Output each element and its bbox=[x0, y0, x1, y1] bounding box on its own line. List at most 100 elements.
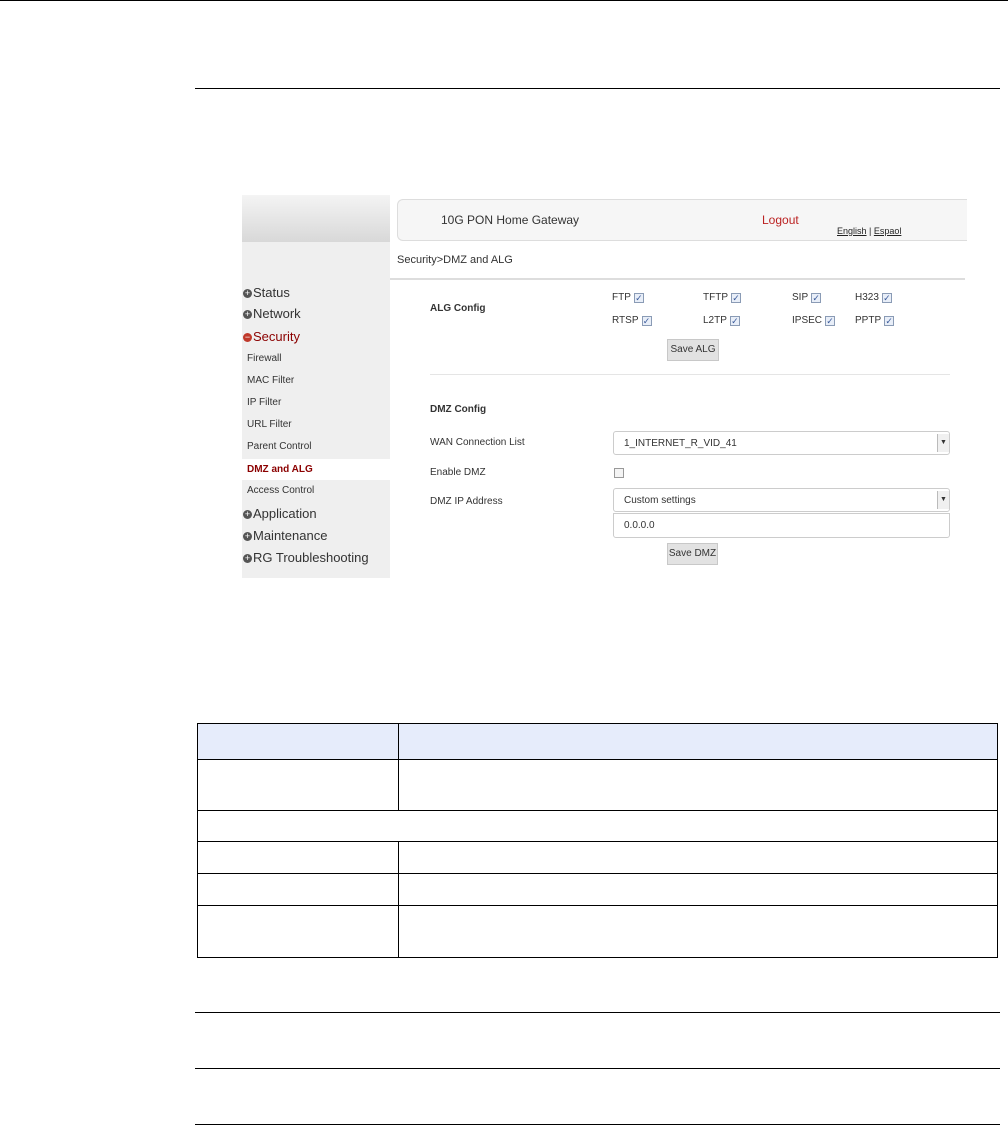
alg-option-label: PPTP bbox=[855, 315, 882, 326]
sidebar-item-application[interactable]: + Application bbox=[243, 506, 391, 521]
table-row bbox=[197, 873, 998, 906]
table-header-row bbox=[197, 723, 998, 760]
alg-checkbox[interactable]: ✓ bbox=[884, 316, 895, 326]
minus-icon: − bbox=[243, 332, 252, 342]
alg-option-ftp: FTP ✓ bbox=[612, 292, 644, 303]
chevron-down-icon: ▼ bbox=[937, 491, 949, 509]
enable-dmz-checkbox[interactable] bbox=[614, 468, 624, 478]
table-row bbox=[197, 841, 998, 874]
sidebar-item-label: Status bbox=[253, 285, 290, 300]
sidebar-item-label: Maintenance bbox=[253, 528, 328, 543]
plus-icon: + bbox=[243, 531, 252, 541]
sidebar: + Status + Network − Security Firewall MAC Filt… bbox=[242, 195, 390, 578]
table-section-row bbox=[197, 810, 998, 842]
alg-checkbox[interactable]: ✓ bbox=[731, 293, 741, 303]
sidebar-item-url-filter[interactable]: URL Filter bbox=[247, 419, 395, 430]
table-cell bbox=[398, 905, 998, 958]
alg-option-label: FTP bbox=[612, 292, 631, 303]
dmz-ip-mode-select[interactable]: Custom settings ▼ bbox=[613, 488, 950, 512]
alg-option-label: H323 bbox=[855, 292, 879, 303]
parameter-table bbox=[197, 723, 998, 958]
table-cell bbox=[197, 873, 399, 906]
alg-option-tftp: TFTP ✓ bbox=[703, 292, 741, 303]
sidebar-item-label: Parent Control bbox=[247, 441, 312, 452]
table-cell bbox=[197, 810, 998, 842]
dmz-config-title: DMZ Config bbox=[430, 404, 487, 415]
sidebar-item-mac-filter[interactable]: MAC Filter bbox=[247, 375, 395, 386]
table-cell bbox=[398, 841, 998, 874]
alg-config-title: ALG Config bbox=[430, 303, 486, 314]
note-rule bbox=[195, 1124, 1000, 1125]
sidebar-item-rg-troubleshooting[interactable]: + RG Troubleshooting bbox=[243, 550, 391, 565]
sidebar-item-ip-filter[interactable]: IP Filter bbox=[247, 397, 395, 408]
table-row bbox=[197, 905, 998, 958]
dmz-ip-input[interactable]: 0.0.0.0 bbox=[613, 513, 950, 538]
header-cell bbox=[398, 723, 998, 760]
alg-option-label: IPSEC bbox=[792, 315, 823, 326]
sidebar-item-label: DMZ and ALG bbox=[247, 464, 313, 475]
alg-checkbox[interactable]: ✓ bbox=[881, 293, 892, 303]
sidebar-item-status[interactable]: + Status bbox=[243, 285, 391, 300]
alg-checkbox[interactable]: ✓ bbox=[633, 293, 644, 303]
wan-connection-value: 1_INTERNET_R_VID_41 bbox=[624, 438, 737, 449]
sidebar-item-dmz-and-alg[interactable]: DMZ and ALG bbox=[242, 459, 390, 480]
note-rule bbox=[195, 1012, 1000, 1013]
section-rule bbox=[195, 88, 1000, 89]
dmz-ip-label: DMZ IP Address bbox=[430, 496, 503, 507]
sidebar-item-network[interactable]: + Network bbox=[243, 306, 391, 321]
page-top-rule bbox=[0, 0, 1008, 1]
sidebar-item-label: Security bbox=[253, 329, 300, 344]
espanol-link[interactable]: Espaol bbox=[874, 226, 902, 236]
header-cell bbox=[197, 723, 399, 760]
table-row bbox=[197, 759, 998, 811]
wan-connection-select[interactable]: 1_INTERNET_R_VID_41 ▼ bbox=[613, 431, 950, 455]
plus-icon: + bbox=[243, 288, 252, 298]
sidebar-item-parent-control[interactable]: Parent Control bbox=[247, 441, 395, 452]
logout-link[interactable]: Logout bbox=[762, 213, 799, 227]
alg-option-l2tp: L2TP ✓ bbox=[703, 315, 740, 326]
sidebar-header bbox=[242, 195, 390, 242]
plus-icon: + bbox=[243, 553, 252, 563]
alg-option-rtsp: RTSP ✓ bbox=[612, 315, 652, 326]
gateway-screenshot: + Status + Network − Security Firewall MAC Filt… bbox=[242, 195, 967, 578]
sidebar-item-label: IP Filter bbox=[247, 397, 282, 408]
alg-checkbox[interactable]: ✓ bbox=[641, 316, 652, 326]
sidebar-item-label: Application bbox=[253, 506, 317, 521]
alg-option-ipsec: IPSEC ✓ bbox=[792, 315, 836, 326]
alg-option-pptp: PPTP ✓ bbox=[855, 315, 895, 326]
table-cell bbox=[197, 759, 399, 811]
sidebar-item-maintenance[interactable]: + Maintenance bbox=[243, 528, 391, 543]
dmz-ip-value: 0.0.0.0 bbox=[624, 520, 655, 531]
sidebar-item-label: RG Troubleshooting bbox=[253, 550, 369, 565]
alg-checkbox[interactable]: ✓ bbox=[729, 316, 740, 326]
sidebar-item-label: URL Filter bbox=[247, 419, 292, 430]
top-header: 10G PON Home Gateway Logout English | Es… bbox=[397, 199, 967, 241]
alg-checkbox[interactable]: ✓ bbox=[811, 293, 822, 303]
table-cell bbox=[398, 873, 998, 906]
divider bbox=[430, 374, 950, 375]
chevron-down-icon: ▼ bbox=[937, 434, 949, 452]
english-link[interactable]: English bbox=[837, 226, 867, 236]
plus-icon: + bbox=[243, 309, 252, 319]
sidebar-item-label: Access Control bbox=[247, 485, 315, 496]
sidebar-item-security[interactable]: − Security bbox=[243, 329, 391, 344]
breadcrumb: Security>DMZ and ALG bbox=[397, 254, 513, 266]
dmz-ip-mode-value: Custom settings bbox=[624, 495, 696, 506]
alg-option-label: TFTP bbox=[703, 292, 728, 303]
divider bbox=[390, 278, 965, 280]
alg-option-label: RTSP bbox=[612, 315, 639, 326]
sidebar-item-label: MAC Filter bbox=[247, 375, 295, 386]
save-dmz-button[interactable]: Save DMZ bbox=[667, 543, 718, 565]
table-cell bbox=[197, 905, 399, 958]
alg-option-sip: SIP ✓ bbox=[792, 292, 822, 303]
lang-separator: | bbox=[866, 226, 874, 236]
wan-connection-label: WAN Connection List bbox=[430, 437, 525, 448]
alg-option-label: SIP bbox=[792, 292, 809, 303]
sidebar-item-access-control[interactable]: Access Control bbox=[247, 485, 395, 496]
sidebar-item-firewall[interactable]: Firewall bbox=[247, 353, 395, 364]
plus-icon: + bbox=[243, 509, 252, 519]
save-alg-button[interactable]: Save ALG bbox=[667, 339, 719, 361]
alg-option-h323: H323 ✓ bbox=[855, 292, 892, 303]
alg-checkbox[interactable]: ✓ bbox=[825, 316, 836, 326]
note-rule bbox=[195, 1068, 1000, 1069]
